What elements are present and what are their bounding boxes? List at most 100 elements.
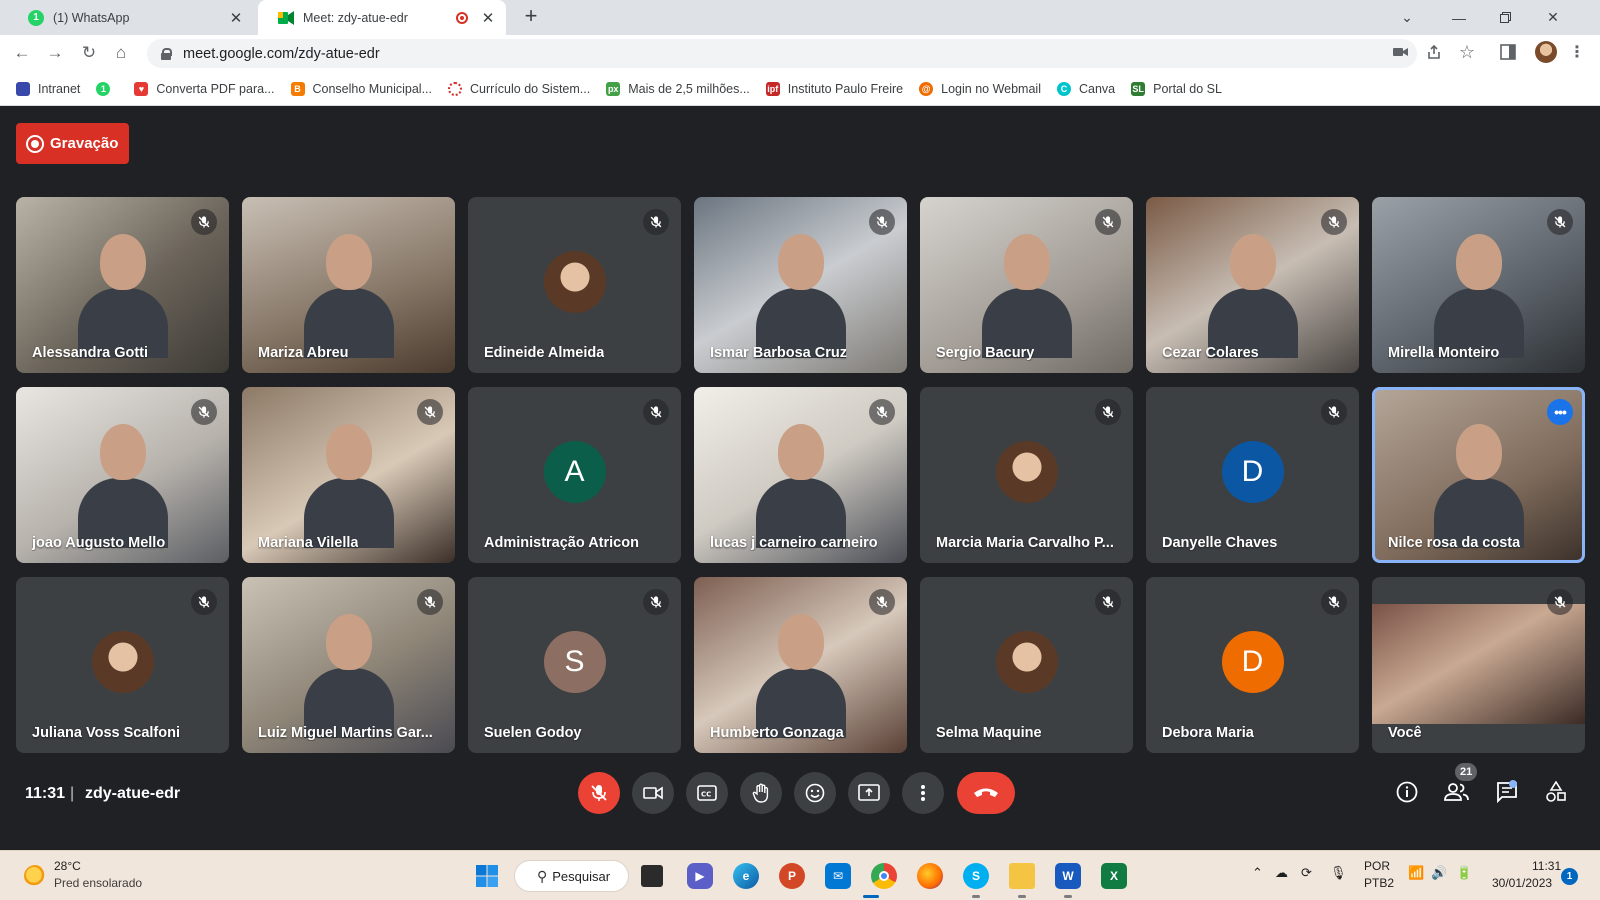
- powerpoint-icon[interactable]: P: [779, 863, 805, 889]
- microphone-icon[interactable]: 🎙: [1330, 865, 1347, 881]
- bookmark-canva[interactable]: C Canva: [1056, 81, 1115, 96]
- participant-tile[interactable]: ••• Nilce rosa da costa: [1372, 387, 1585, 563]
- speaker-icon[interactable]: 🔊: [1431, 865, 1447, 881]
- profile-avatar[interactable]: [1535, 41, 1557, 63]
- task-view-icon[interactable]: [641, 865, 663, 887]
- participant-tile[interactable]: Juliana Voss Scalfoni: [16, 577, 229, 753]
- reload-button[interactable]: ↻: [77, 41, 101, 65]
- onedrive-cloud-icon[interactable]: ☁: [1275, 865, 1288, 881]
- avatar: [91, 631, 154, 693]
- minimize-button[interactable]: —: [1436, 0, 1482, 35]
- participant-tile[interactable]: D Danyelle Chaves: [1146, 387, 1359, 563]
- mail-icon[interactable]: ✉: [825, 863, 851, 889]
- bookmark-webmail[interactable]: @ Login no Webmail: [919, 81, 1041, 96]
- back-button[interactable]: ←: [10, 41, 34, 65]
- participant-tile[interactable]: Ismar Barbosa Cruz: [694, 197, 907, 373]
- show-hidden-icons-chevron-icon[interactable]: ⌃: [1252, 865, 1263, 881]
- more-options-button[interactable]: [902, 772, 944, 814]
- bookmark-portal-sl[interactable]: SL Portal do SL: [1131, 81, 1222, 96]
- word-icon[interactable]: W: [1055, 863, 1081, 889]
- bookmark-pixabay[interactable]: px Mais de 2,5 milhões...: [606, 81, 750, 96]
- weather-sun-icon[interactable]: [24, 865, 46, 887]
- participant-tile[interactable]: Edineide Almeida: [468, 197, 681, 373]
- participant-tile[interactable]: Cezar Colares: [1146, 197, 1359, 373]
- tab-search-chevron-icon[interactable]: ⌄: [1384, 0, 1430, 35]
- bookmark-intranet[interactable]: Intranet: [16, 81, 80, 96]
- chrome-menu-icon[interactable]: ⋮: [1568, 44, 1586, 62]
- avatar: D: [1221, 631, 1284, 693]
- participant-tile[interactable]: lucas j carneiro carneiro: [694, 387, 907, 563]
- reactions-button[interactable]: [794, 772, 836, 814]
- participant-tile[interactable]: Humberto Gonzaga: [694, 577, 907, 753]
- file-explorer-icon[interactable]: [1009, 863, 1035, 889]
- participant-tile[interactable]: D Debora Maria: [1146, 577, 1359, 753]
- participant-tile[interactable]: Marcia Maria Carvalho P...: [920, 387, 1133, 563]
- close-tab-icon[interactable]: ✕: [480, 9, 496, 27]
- mic-off-button[interactable]: [578, 772, 620, 814]
- meeting-details-button[interactable]: [1391, 776, 1423, 808]
- share-icon[interactable]: [1425, 44, 1443, 62]
- taskbar-search[interactable]: ⚲ Pesquisar: [514, 860, 629, 892]
- mic-off-icon: [1095, 589, 1121, 615]
- input-language[interactable]: POR: [1364, 859, 1390, 873]
- wifi-icon[interactable]: 📶: [1408, 865, 1424, 881]
- new-tab-button[interactable]: +: [520, 5, 542, 28]
- raise-hand-button[interactable]: [740, 772, 782, 814]
- bookmark-paulo-freire[interactable]: ipf Instituto Paulo Freire: [765, 81, 903, 96]
- excel-icon[interactable]: X: [1101, 863, 1127, 889]
- teams-chat-icon[interactable]: ▶: [687, 863, 713, 889]
- firefox-icon[interactable]: [917, 863, 943, 889]
- participant-tile[interactable]: Mirella Monteiro: [1372, 197, 1585, 373]
- notification-badge[interactable]: 1: [1561, 868, 1578, 885]
- participant-tile[interactable]: S Suelen Godoy: [468, 577, 681, 753]
- recording-button[interactable]: Gravação: [16, 123, 129, 164]
- side-panel-icon[interactable]: [1499, 44, 1517, 62]
- bookmark-conselho[interactable]: B Conselho Municipal...: [290, 81, 432, 96]
- participant-tile[interactable]: Você: [1372, 577, 1585, 753]
- sync-icon[interactable]: ⟳: [1301, 865, 1312, 881]
- bookmark-curriculo[interactable]: Currículo do Sistem...: [448, 81, 590, 96]
- windows-start-button[interactable]: [474, 863, 500, 889]
- present-screen-button[interactable]: [848, 772, 890, 814]
- camera-in-use-icon[interactable]: [1392, 44, 1410, 62]
- edge-icon[interactable]: e: [733, 863, 759, 889]
- taskbar-date[interactable]: 30/01/2023: [1492, 876, 1552, 890]
- bookmark-star-icon[interactable]: ☆: [1458, 43, 1476, 61]
- tile-more-options-icon[interactable]: •••: [1547, 399, 1573, 425]
- participant-tile[interactable]: Selma Maquine: [920, 577, 1133, 753]
- bookmark-label: Login no Webmail: [941, 81, 1041, 96]
- activities-button[interactable]: [1540, 776, 1572, 808]
- participant-tile[interactable]: Sergio Bacury: [920, 197, 1133, 373]
- battery-icon[interactable]: 🔋: [1456, 865, 1472, 881]
- close-tab-icon[interactable]: ✕: [228, 9, 244, 27]
- weather-description[interactable]: Pred ensolarado: [54, 876, 142, 890]
- participant-tile[interactable]: A Administração Atricon: [468, 387, 681, 563]
- chrome-icon[interactable]: [871, 863, 897, 889]
- chat-button[interactable]: [1491, 776, 1523, 808]
- home-button[interactable]: ⌂: [109, 41, 133, 65]
- bookmark-converta-pdf[interactable]: ♥ Converta PDF para...: [134, 81, 275, 96]
- participant-tile[interactable]: Mariana Vilella: [242, 387, 455, 563]
- restore-button[interactable]: [1482, 0, 1528, 35]
- participant-tile[interactable]: Mariza Abreu: [242, 197, 455, 373]
- participant-tile[interactable]: joao Augusto Mello: [16, 387, 229, 563]
- tab-whatsapp[interactable]: 1 (1) WhatsApp ✕: [8, 0, 254, 35]
- skype-icon[interactable]: S: [963, 863, 989, 889]
- chat-unread-dot: [1509, 780, 1517, 788]
- camera-button[interactable]: [632, 772, 674, 814]
- address-bar[interactable]: meet.google.com/zdy-atue-edr: [147, 39, 1417, 68]
- leave-call-button[interactable]: [957, 772, 1015, 814]
- tab-meet[interactable]: Meet: zdy-atue-edr ✕: [258, 0, 506, 35]
- forward-button[interactable]: →: [43, 41, 67, 65]
- captions-button[interactable]: CC: [686, 772, 728, 814]
- close-window-button[interactable]: ✕: [1530, 0, 1576, 35]
- taskbar-time[interactable]: 11:31: [1532, 859, 1561, 873]
- lock-icon[interactable]: [161, 47, 172, 60]
- participant-tile[interactable]: Alessandra Gotti: [16, 197, 229, 373]
- keyboard-layout[interactable]: PTB2: [1364, 876, 1394, 890]
- bookmark-whatsapp[interactable]: 1: [96, 81, 118, 96]
- weather-temperature[interactable]: 28°C: [54, 859, 81, 873]
- participant-tile[interactable]: Luiz Miguel Martins Gar...: [242, 577, 455, 753]
- mic-off-icon: [1095, 209, 1121, 235]
- present-screen-icon: [858, 784, 880, 801]
